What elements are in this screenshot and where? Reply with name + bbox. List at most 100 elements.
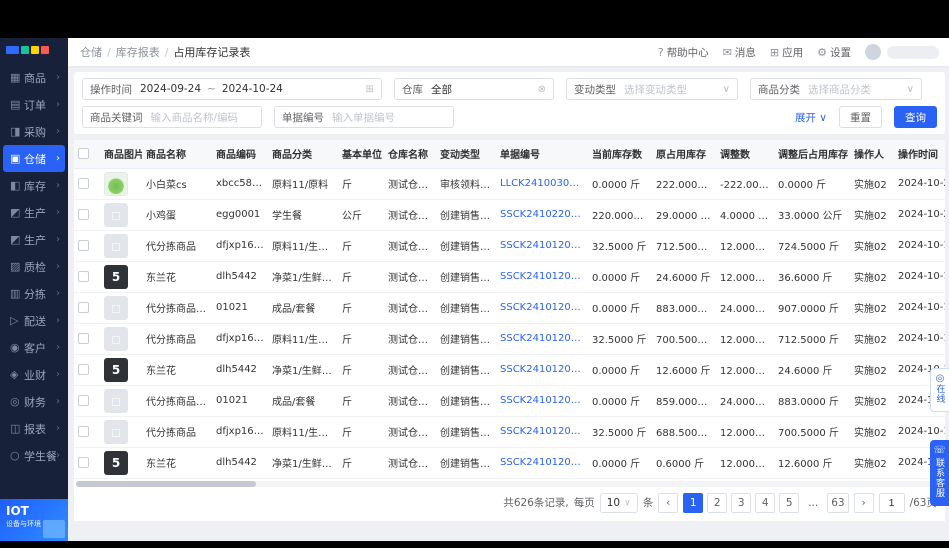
online-tab[interactable]: ◎ 在线 bbox=[930, 368, 949, 412]
doc-no-link[interactable]: SSCK24101200003 bbox=[496, 292, 588, 324]
product-image[interactable]: 5 bbox=[104, 450, 128, 475]
sidebar-item[interactable]: ◨ 采购 › bbox=[3, 118, 65, 145]
row-checkbox[interactable] bbox=[78, 177, 89, 189]
row-checkbox[interactable] bbox=[78, 239, 89, 251]
doc-no-link[interactable]: SSCK24101200002 bbox=[496, 385, 588, 417]
sidebar-item[interactable]: ▷ 配送 › bbox=[3, 307, 65, 334]
change-type-select[interactable]: 变动类型 选择变动类型 ∨ bbox=[566, 78, 738, 100]
product-image[interactable] bbox=[104, 419, 128, 444]
sidebar-item[interactable]: ◈ 业财 › bbox=[3, 361, 65, 388]
column-header-label: 变动类型 bbox=[440, 150, 480, 162]
sidebar-item[interactable]: ▥ 分拣 › bbox=[3, 280, 65, 307]
doc-no-link[interactable]: SSCK24101200003 bbox=[496, 323, 588, 355]
warehouse-select[interactable]: 仓库 全部 ⊗ bbox=[394, 78, 554, 100]
row-checkbox[interactable] bbox=[78, 456, 89, 468]
sidebar-item[interactable]: ▨ 质检 › bbox=[3, 253, 65, 280]
page-number-button[interactable]: 5 bbox=[779, 492, 800, 513]
topbar-action[interactable]: ⊞ 应用 bbox=[770, 45, 803, 60]
sidebar-item[interactable]: ◩ 生产 › bbox=[3, 226, 65, 253]
category-select[interactable]: 商品分类 选择商品分类 ∨ bbox=[750, 78, 922, 100]
docno-input[interactable]: 单据编号 输入单据编号 bbox=[274, 106, 454, 128]
sidebar-item[interactable]: ◉ 客户 › bbox=[3, 334, 65, 361]
product-image[interactable] bbox=[104, 388, 128, 413]
keyword-input[interactable]: 商品关键词 输入商品名称/编码 bbox=[82, 106, 262, 128]
chevron-right-icon: › bbox=[56, 396, 60, 407]
per-page-select[interactable]: 10 ∨ bbox=[599, 492, 638, 513]
doc-no-link[interactable]: SSCK24101200002 bbox=[496, 416, 588, 448]
product-image[interactable] bbox=[104, 326, 128, 351]
doc-no-link[interactable]: SSCK24101200004 bbox=[496, 230, 588, 262]
sidebar-item[interactable]: ▣ 仓储 › bbox=[3, 145, 65, 172]
app-logo bbox=[0, 38, 68, 64]
topbar-action[interactable]: ? 帮助中心 bbox=[658, 45, 709, 60]
doc-no-link[interactable]: SSCK24101200003 bbox=[496, 261, 588, 293]
table-row[interactable]: 代分拣商品-单位换算 01021 成品/套餐 斤 测试仓库5 创建销售出库 SS… bbox=[74, 385, 945, 417]
table-row[interactable]: 5 东兰花 dlh5442 净菜1/生鲜shu菜类... 斤 测试仓库5 创建销… bbox=[74, 447, 945, 479]
row-checkbox[interactable] bbox=[78, 332, 89, 344]
page-number-button[interactable]: ... bbox=[803, 493, 823, 513]
doc-no-link[interactable]: LLCK24100300001 bbox=[496, 168, 588, 200]
table-row[interactable]: 5 东兰花 dlh5442 净菜1/生鲜shu菜类... 斤 测试仓库5 创建销… bbox=[74, 354, 945, 386]
table-row[interactable]: 代分拣商品-单位换算 01021 成品/套餐 斤 测试仓库5 创建销售出库 SS… bbox=[74, 292, 945, 324]
doc-no-link[interactable]: SSCK24101200001 bbox=[496, 447, 588, 479]
table-row[interactable]: 代分拣商品 dfjxp1607 原料11/生鲜类 斤 测试仓库5 创建销售出库 … bbox=[74, 230, 945, 262]
contact-service-tab[interactable]: ☏ 联系客服 bbox=[930, 440, 949, 506]
product-image[interactable] bbox=[104, 202, 128, 227]
table-row[interactable]: 代分拣商品 dfjxp1607 原料11/生鲜类 斤 测试仓库5 创建销售出库 … bbox=[74, 323, 945, 355]
sidebar-item[interactable]: ○ 学生餐 › bbox=[3, 442, 65, 469]
cell-checkbox bbox=[74, 385, 100, 417]
product-image[interactable] bbox=[104, 233, 128, 258]
reset-button[interactable]: 重置 bbox=[839, 106, 882, 128]
expand-toggle[interactable]: 展开 ∨ bbox=[795, 110, 827, 125]
sidebar-item[interactable]: ◎ 财务 › bbox=[3, 388, 65, 415]
table-row[interactable]: 代分拣商品 dfjxp1607 原料11/生鲜类 斤 测试仓库5 创建销售出库 … bbox=[74, 416, 945, 448]
sidebar-item[interactable]: ◩ 生产 › bbox=[3, 199, 65, 226]
page-jump-input[interactable] bbox=[878, 492, 905, 513]
horizontal-scrollbar-thumb[interactable] bbox=[76, 480, 256, 487]
page-number-button[interactable]: 63 bbox=[827, 492, 849, 513]
table-row[interactable]: 小鸡蛋 egg0001 学生餐 公斤 测试仓库5 创建销售出库 SSCK2410… bbox=[74, 199, 945, 231]
select-all-header[interactable] bbox=[74, 140, 100, 169]
clear-icon[interactable]: ⊗ bbox=[532, 84, 546, 95]
row-checkbox[interactable] bbox=[78, 301, 89, 313]
row-checkbox[interactable] bbox=[78, 208, 89, 220]
product-image[interactable] bbox=[104, 295, 128, 320]
product-image[interactable] bbox=[104, 171, 128, 196]
product-image[interactable]: 5 bbox=[104, 264, 128, 289]
breadcrumb-inventory-report[interactable]: 库存报表 bbox=[116, 44, 160, 60]
table-row[interactable]: 小白菜cs xbcc5869 原料11/原料 斤 测试仓库5 审核领料出库 LL… bbox=[74, 168, 945, 200]
cell-product-image: 5 bbox=[100, 354, 142, 386]
user-avatar[interactable] bbox=[865, 44, 881, 60]
query-button[interactable]: 查询 bbox=[894, 106, 937, 128]
row-checkbox[interactable] bbox=[78, 363, 89, 375]
row-checkbox[interactable] bbox=[78, 394, 89, 406]
select-all-checkbox[interactable] bbox=[78, 148, 89, 159]
sidebar-item[interactable]: ▤ 订单 › bbox=[3, 91, 65, 118]
cell-operation-time: 2024-10-1 bbox=[894, 230, 945, 262]
iot-widget[interactable]: IOT 设备与环境 bbox=[0, 499, 68, 541]
row-checkbox[interactable] bbox=[78, 270, 89, 282]
filter-panel: 操作时间 2024-09-24 ~ 2024-10-24 ⊞ 仓库 全部 ⊗ 变… bbox=[74, 72, 945, 134]
date-range-picker[interactable]: 操作时间 2024-09-24 ~ 2024-10-24 ⊞ bbox=[82, 78, 382, 100]
topbar-action[interactable]: ✉ 消息 bbox=[723, 45, 756, 60]
breadcrumb-warehouse[interactable]: 仓储 bbox=[80, 44, 102, 60]
sidebar-item[interactable]: ◫ 报表 › bbox=[3, 415, 65, 442]
product-image[interactable]: 5 bbox=[104, 357, 128, 382]
page-number-button[interactable]: 2 bbox=[707, 492, 728, 513]
table-row[interactable]: 5 东兰花 dlh5442 净菜1/生鲜shu菜类... 斤 测试仓库5 创建销… bbox=[74, 261, 945, 293]
topbar-action[interactable]: ⚙ 设置 bbox=[817, 45, 851, 60]
prev-page-button[interactable]: ‹ bbox=[658, 492, 679, 513]
chevron-right-icon: › bbox=[56, 207, 60, 218]
row-checkbox[interactable] bbox=[78, 425, 89, 437]
next-page-button[interactable]: › bbox=[853, 492, 874, 513]
page-number-button[interactable]: 1 bbox=[683, 492, 704, 513]
page-number-button[interactable]: 4 bbox=[755, 492, 776, 513]
sidebar-item-label: 分拣 bbox=[24, 287, 46, 301]
sidebar-item[interactable]: ▦ 商品 › bbox=[3, 64, 65, 91]
page-number-button[interactable]: 3 bbox=[731, 492, 752, 513]
doc-no-link[interactable]: SSCK24101200002 bbox=[496, 354, 588, 386]
sidebar-item[interactable]: ◧ 库存 › bbox=[3, 172, 65, 199]
cell-product-name: 代分拣商品 bbox=[142, 230, 212, 262]
sidebar-menu: ▦ 商品 › ▤ 订单 › ◨ 采购 › ▣ 仓储 › ◧ 库存 › ◩ 生产 … bbox=[0, 64, 68, 469]
doc-no-link[interactable]: SSCK24102200001 bbox=[496, 199, 588, 231]
